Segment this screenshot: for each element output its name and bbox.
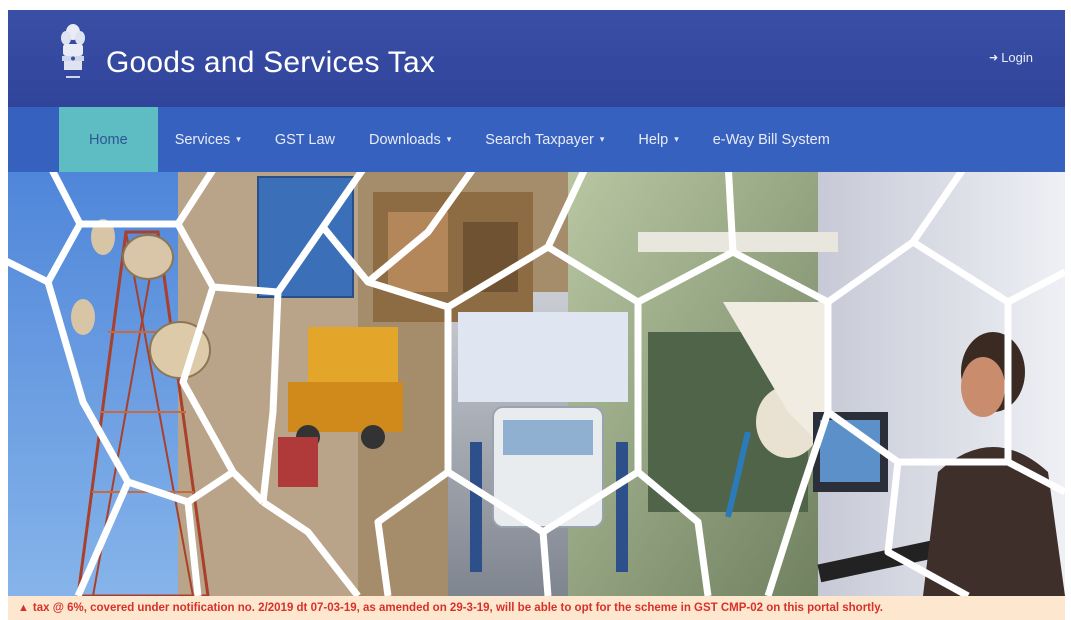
nav-item-downloads[interactable]: Downloads ▾	[352, 107, 468, 172]
chevron-down-icon: ▾	[236, 134, 241, 144]
nav-item-e-way-bill-system[interactable]: e-Way Bill System	[696, 107, 847, 172]
announcement-ticker[interactable]: ▲ tax @ 6%, covered under notification n…	[8, 596, 1065, 620]
national-emblem-logo[interactable]	[55, 22, 91, 92]
nav-item-label: Home	[89, 131, 128, 148]
chevron-down-icon: ▾	[599, 134, 605, 144]
nav-item-services[interactable]: Services ▾	[158, 107, 258, 172]
nav-item-home[interactable]: Home	[59, 107, 158, 172]
login-label: Login	[1001, 50, 1033, 65]
sign-in-icon: ➜	[988, 52, 999, 64]
chevron-down-icon: ▾	[446, 134, 452, 144]
nav-item-label: e-Way Bill System	[712, 131, 830, 148]
alert-icon: ▲	[18, 602, 29, 614]
nav-item-label: Search Taxpayer	[485, 131, 594, 148]
nav-item-gst-law[interactable]: GST Law	[258, 107, 352, 172]
chevron-down-icon: ▾	[674, 134, 679, 144]
login-link[interactable]: ➜ Login	[989, 50, 1033, 65]
hero-banner	[8, 172, 1065, 596]
nav-item-help[interactable]: Help ▾	[621, 107, 695, 172]
site-header: Goods and Services Tax ➜ Login	[8, 10, 1065, 107]
nav-item-label: Help	[638, 131, 669, 148]
hexagon-collage-image	[8, 172, 1065, 596]
page: Goods and Services Tax ➜ Login Home Servi…	[0, 0, 1071, 620]
site-title: Goods and Services Tax	[106, 46, 436, 79]
nav-item-label: Services	[174, 131, 231, 148]
ticker-text: tax @ 6%, covered under notification no.…	[32, 602, 883, 614]
nav-item-label: GST Law	[274, 131, 336, 148]
nav-items: Home Services ▾ GST Law Downloads ▾ Search Tax…	[59, 107, 847, 172]
nav-item-search-taxpayer[interactable]: Search Taxpayer ▾	[468, 107, 621, 172]
main-nav: Home Services ▾ GST Law Downloads ▾ Search Tax…	[8, 107, 1065, 172]
nav-item-label: Downloads	[369, 131, 441, 148]
